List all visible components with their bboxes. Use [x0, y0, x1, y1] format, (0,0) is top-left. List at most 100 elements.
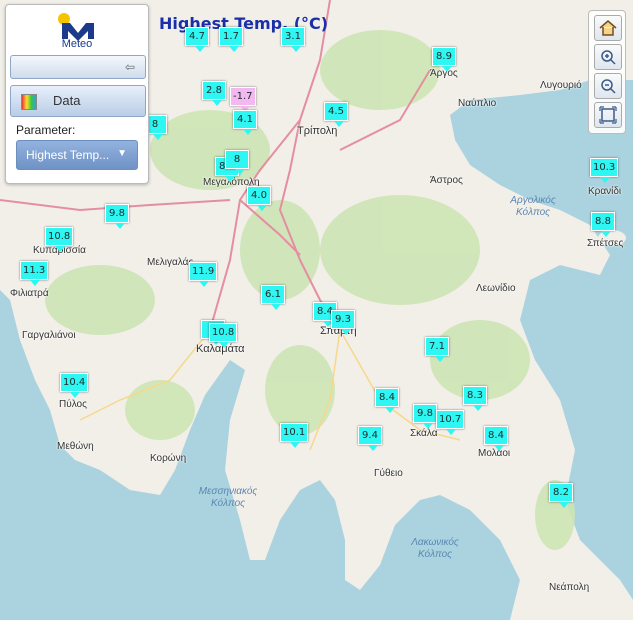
station-pointer: [446, 429, 456, 435]
station-pointer: [55, 246, 65, 252]
station-marker[interactable]: 1.7: [219, 27, 243, 52]
station-pointer: [153, 134, 163, 140]
station-marker[interactable]: 10.7: [436, 410, 465, 435]
station-marker[interactable]: -1.7: [230, 87, 256, 112]
station-pointer: [212, 100, 222, 106]
place-label: Λυγουριό: [540, 80, 582, 91]
station-marker[interactable]: 9.4: [358, 426, 382, 451]
collapse-panel-button[interactable]: ⇦: [10, 55, 146, 79]
place-label: Πύλος: [59, 399, 87, 410]
map-toolbar: [588, 10, 626, 134]
home-button[interactable]: [594, 15, 622, 41]
station-marker[interactable]: 8.4: [484, 426, 508, 451]
home-icon: [599, 20, 617, 36]
station-value: 4.0: [247, 186, 271, 205]
station-value: 8.4: [375, 388, 399, 407]
parameter-select-value: Highest Temp...: [26, 148, 110, 162]
parameter-select[interactable]: Highest Temp... ▼: [16, 140, 138, 170]
zoom-extent-button[interactable]: [594, 102, 622, 128]
station-pointer: [341, 329, 351, 335]
station-marker[interactable]: 2.8: [202, 81, 226, 106]
place-label: Άστρος: [430, 175, 463, 186]
station-pointer: [385, 407, 395, 413]
place-label: Σκάλα: [410, 428, 438, 439]
station-pointer: [423, 423, 433, 429]
station-marker[interactable]: 6.1: [261, 285, 285, 310]
station-pointer: [334, 121, 344, 127]
station-marker[interactable]: 8: [225, 150, 249, 175]
station-marker[interactable]: 11.3: [20, 261, 49, 286]
data-button-label: Data: [53, 93, 81, 108]
sea-label: Λακωνικός Κόλπος: [411, 537, 459, 560]
station-pointer: [70, 392, 80, 398]
place-label: Κορώνη: [150, 453, 187, 464]
station-marker[interactable]: 10.1: [280, 423, 309, 448]
station-pointer: [494, 445, 504, 451]
zoom-extent-icon: [599, 106, 617, 124]
chevron-down-icon: ▼: [117, 148, 127, 159]
place-label: Σπέτσες: [587, 238, 624, 249]
zoom-in-button[interactable]: [594, 44, 622, 70]
station-value: 10.8: [209, 323, 238, 342]
station-marker[interactable]: 8.3: [463, 386, 487, 411]
place-label: Μελιγαλάς: [147, 257, 194, 268]
station-value: 11.3: [20, 261, 49, 280]
station-pointer: [600, 177, 610, 183]
station-pointer: [473, 405, 483, 411]
station-pointer: [271, 304, 281, 310]
parameter-label: Parameter:: [16, 123, 76, 137]
station-marker[interactable]: 10.4: [60, 373, 89, 398]
station-marker[interactable]: 9.8: [105, 204, 129, 229]
station-marker[interactable]: 8.4: [375, 388, 399, 413]
station-marker[interactable]: 4.5: [324, 102, 348, 127]
station-value: 9.8: [413, 404, 437, 423]
station-marker[interactable]: 8.8: [591, 212, 615, 237]
station-pointer: [559, 502, 569, 508]
place-label: Γαργαλιάνοι: [22, 330, 76, 341]
station-pointer: [291, 46, 301, 52]
station-marker[interactable]: 8.2: [549, 483, 573, 508]
station-marker[interactable]: 4.0: [247, 186, 271, 211]
station-pointer: [435, 356, 445, 362]
logo-text: Meteo: [61, 38, 93, 50]
station-value: 11.9: [189, 262, 218, 281]
station-pointer: [243, 129, 253, 135]
station-pointer: [290, 442, 300, 448]
station-value: 8.2: [549, 483, 573, 502]
station-marker[interactable]: 8.9: [432, 47, 456, 72]
station-value: 4.1: [233, 110, 257, 129]
station-marker[interactable]: 4.7: [185, 27, 209, 52]
station-value: 7.1: [425, 337, 449, 356]
station-value: 10.7: [436, 410, 465, 429]
station-pointer: [235, 169, 245, 175]
station-pointer: [195, 46, 205, 52]
place-label: Γύθειο: [374, 468, 403, 479]
sea-label: Μεσσηνιακός Κόλπος: [198, 486, 258, 509]
station-pointer: [219, 342, 229, 348]
station-value: 8.4: [484, 426, 508, 445]
zoom-out-button[interactable]: [594, 73, 622, 99]
station-marker[interactable]: 3.1: [281, 27, 305, 52]
place-label: Ναύπλιο: [458, 98, 497, 109]
arrow-left-icon: ⇦: [124, 60, 135, 74]
control-panel: Meteo ⇦ Data Parameter: Highest Temp... …: [5, 4, 149, 184]
station-pointer: [115, 223, 125, 229]
station-marker[interactable]: 11.9: [189, 262, 218, 287]
station-value: 8.3: [463, 386, 487, 405]
station-value: 4.7: [185, 27, 209, 46]
station-marker[interactable]: 7.1: [425, 337, 449, 362]
zoom-in-icon: [601, 50, 616, 65]
station-marker[interactable]: 10.8: [45, 227, 74, 252]
zoom-out-icon: [601, 79, 616, 94]
station-value: 9.4: [358, 426, 382, 445]
station-marker[interactable]: 10.8: [209, 323, 238, 348]
station-value: 10.3: [590, 158, 619, 177]
station-pointer: [30, 280, 40, 286]
station-marker[interactable]: 10.3: [590, 158, 619, 183]
station-marker[interactable]: 9.8: [413, 404, 437, 429]
station-pointer: [601, 231, 611, 237]
station-marker[interactable]: 9.3: [331, 310, 355, 335]
data-button[interactable]: Data: [10, 85, 146, 117]
station-value: 10.8: [45, 227, 74, 246]
station-marker[interactable]: 4.1: [233, 110, 257, 135]
